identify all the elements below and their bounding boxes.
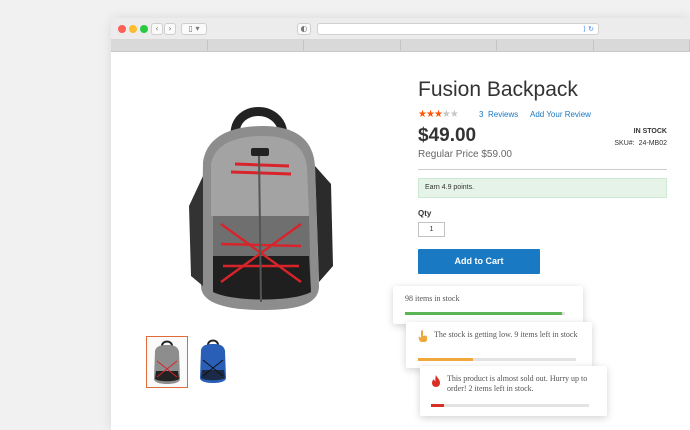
thumbnail-blue-backpack[interactable]: [193, 336, 235, 388]
add-review-link[interactable]: Add Your Review: [530, 110, 591, 119]
browser-tab[interactable]: [594, 40, 690, 51]
browser-tab[interactable]: [401, 40, 497, 51]
stock-progress-track: [418, 358, 576, 361]
regular-price: Regular Price $59.00: [418, 149, 512, 160]
minimize-window-icon[interactable]: [129, 25, 137, 33]
address-bar[interactable]: ⟩ ↻: [317, 23, 599, 35]
reviews-count-link[interactable]: 3: [479, 110, 483, 119]
star-empty-icon: ★: [441, 109, 451, 120]
reward-points-text: Earn 4.9 points.: [425, 184, 475, 191]
stock-card-text: The stock is getting low. 9 items left i…: [434, 330, 578, 339]
forward-icon[interactable]: ›: [164, 23, 176, 35]
stock-card-low: The stock is getting low. 9 items left i…: [406, 322, 592, 368]
back-icon[interactable]: ‹: [151, 23, 163, 35]
star-filled-icon: ★: [433, 109, 443, 120]
sku-label: SKU#:: [614, 140, 635, 147]
thumbnail-gray-backpack[interactable]: [146, 336, 188, 388]
tab-bar: [111, 40, 690, 52]
product-title: Fusion Backpack: [418, 78, 578, 101]
reviews-link[interactable]: Reviews: [488, 110, 518, 119]
browser-tab[interactable]: [304, 40, 401, 51]
product-main-image[interactable]: [173, 96, 343, 316]
divider: [418, 169, 667, 170]
stock-card-text: This product is almost sold out. Hurry u…: [447, 374, 588, 393]
stock-status: IN STOCK: [633, 128, 667, 135]
stock-card-plenty: 98 items in stock: [393, 286, 583, 324]
browser-tab[interactable]: [208, 40, 304, 51]
close-window-icon[interactable]: [118, 25, 126, 33]
star-filled-icon: ★: [425, 109, 435, 120]
browser-titlebar: ‹ › ▯ ▾ ◐ ⟩ ↻: [111, 18, 690, 40]
stock-progress-fill: [405, 312, 562, 315]
reward-points-banner: Earn 4.9 points.: [418, 178, 667, 198]
product-price: $49.00: [418, 125, 477, 146]
hand-pointer-icon: [418, 330, 427, 342]
stock-card-almost-sold-out: This product is almost sold out. Hurry u…: [420, 366, 607, 416]
qty-label: Qty: [418, 209, 432, 218]
stock-progress-fill: [418, 358, 474, 361]
sku-line: SKU#: 24-MB02: [614, 140, 667, 147]
stock-progress-track: [431, 404, 589, 407]
qty-input[interactable]: 1: [418, 222, 445, 237]
sku-value: 24-MB02: [638, 140, 667, 147]
browser-tab[interactable]: [497, 40, 594, 51]
fire-icon: [432, 375, 440, 387]
stock-progress-track: [405, 312, 565, 315]
privacy-icon[interactable]: ◐: [297, 23, 311, 35]
add-to-cart-button[interactable]: Add to Cart: [418, 249, 540, 274]
stock-progress-fill: [431, 404, 444, 407]
star-empty-icon: ★: [449, 109, 459, 120]
stock-card-text: 98 items in stock: [405, 294, 460, 303]
reload-icon[interactable]: ⟩ ↻: [583, 24, 594, 34]
rating-stars: ★★★★★: [418, 109, 459, 120]
zoom-window-icon[interactable]: [140, 25, 148, 33]
sidebar-toggle-icon[interactable]: ▯ ▾: [181, 23, 207, 35]
star-filled-icon: ★: [418, 109, 427, 120]
browser-tab[interactable]: [111, 40, 208, 51]
